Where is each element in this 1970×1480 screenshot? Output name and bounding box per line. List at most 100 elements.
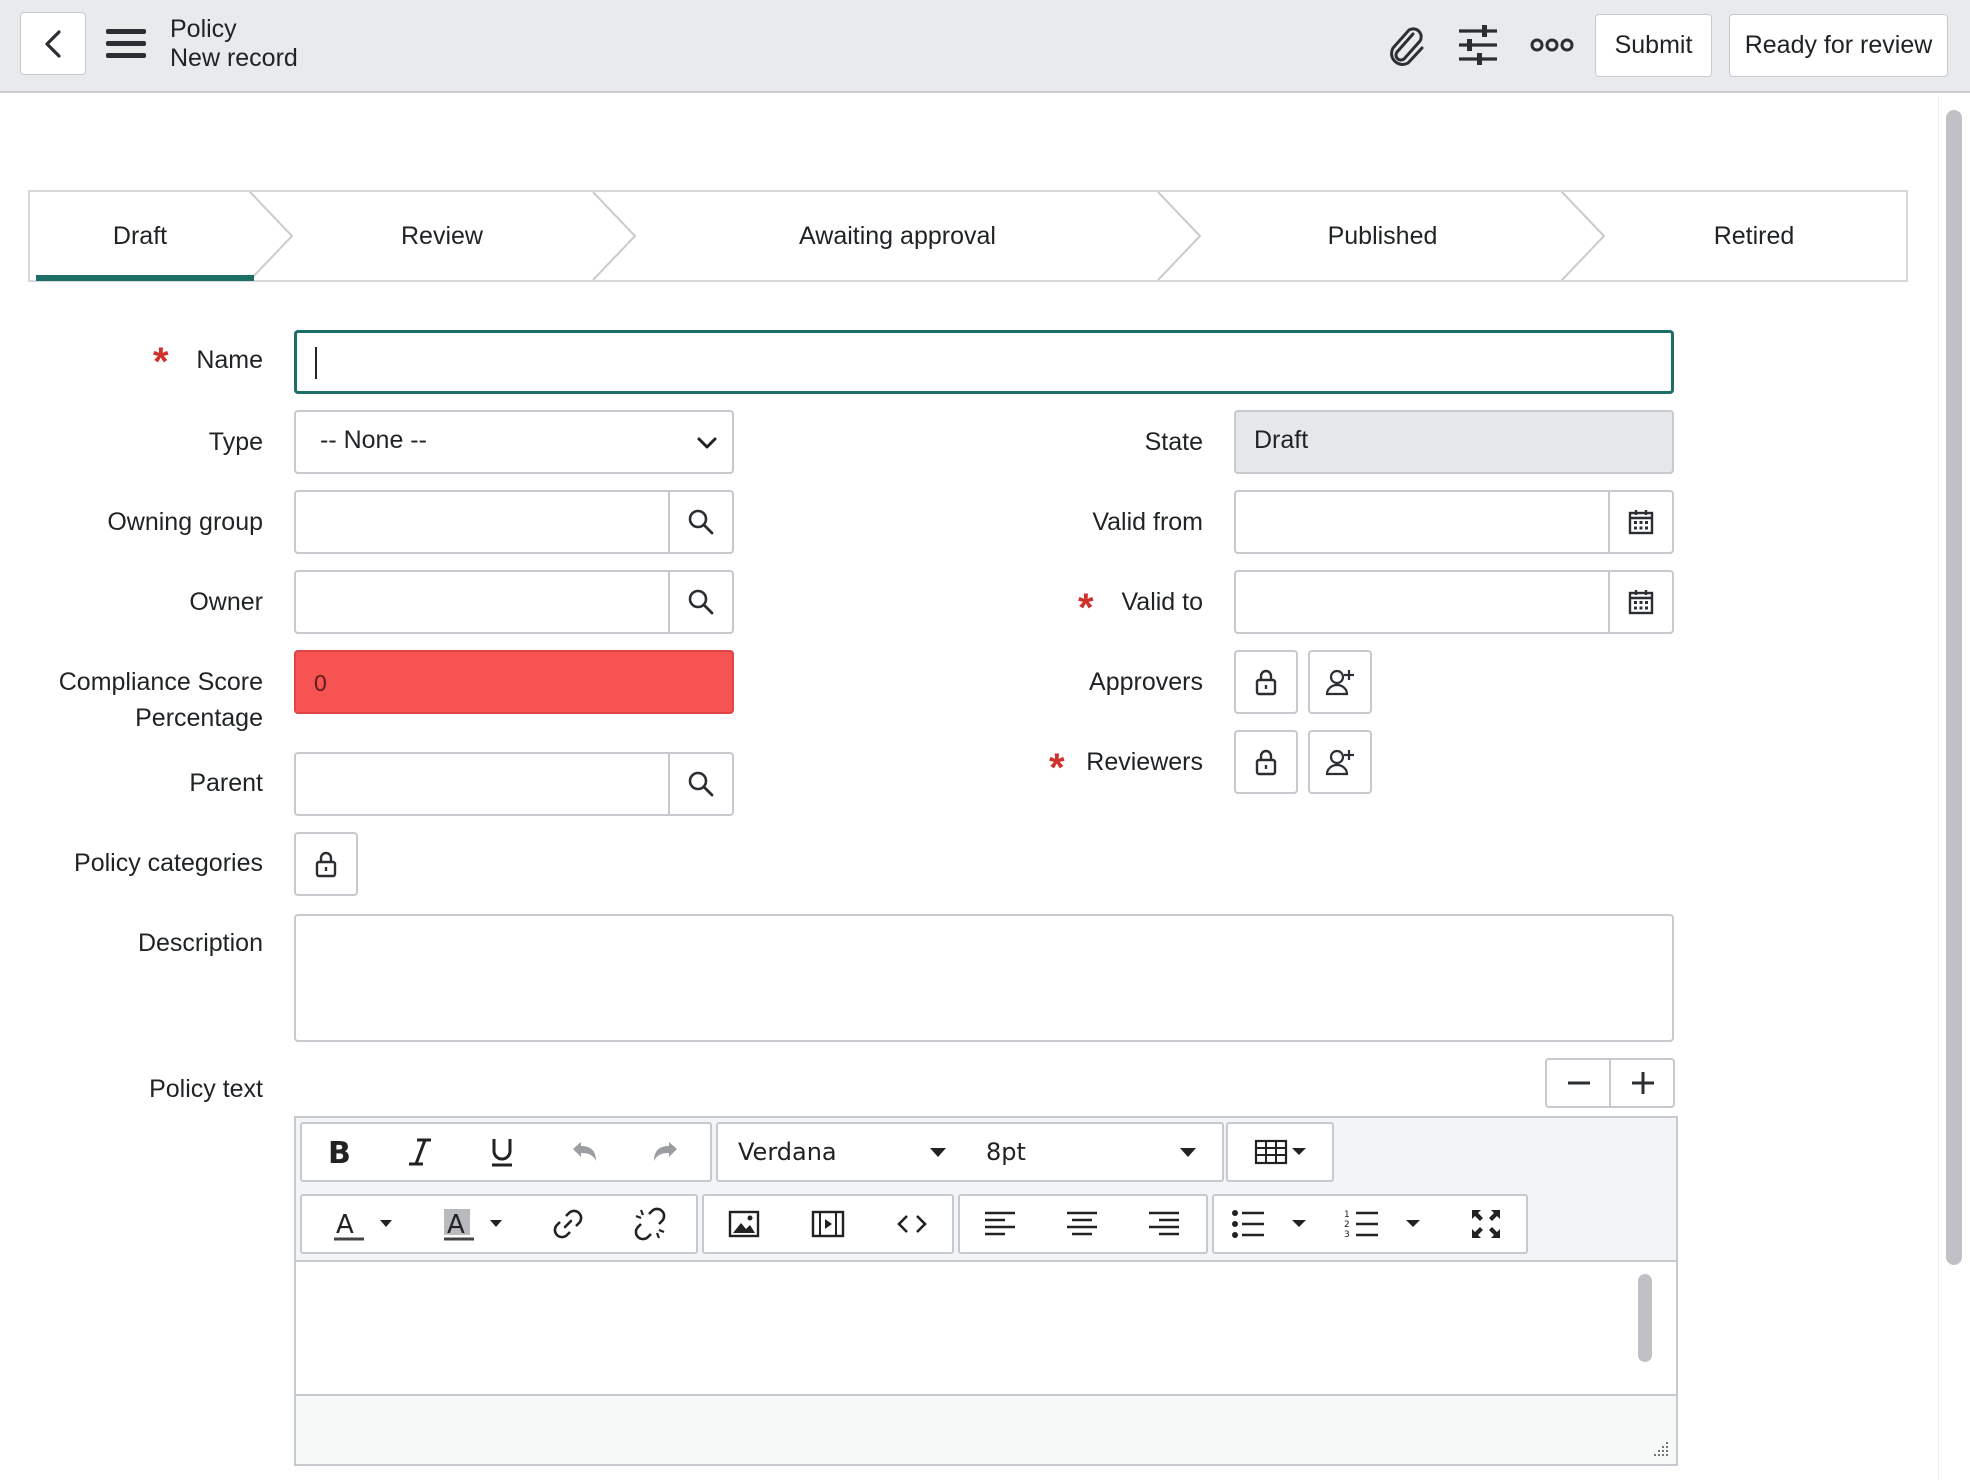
owning-group-lookup-button[interactable]: [668, 492, 732, 552]
parent-label: Parent: [189, 769, 263, 797]
parent-input[interactable]: [294, 752, 734, 816]
more-options-icon[interactable]: [1529, 22, 1575, 68]
add-user-icon: [1325, 749, 1354, 776]
form-header: Policy New record Submit Ready for revie…: [0, 0, 1970, 93]
parent-lookup-button[interactable]: [668, 754, 732, 814]
add-user-icon: [1325, 669, 1354, 696]
name-input[interactable]: [294, 330, 1674, 394]
bullet-list-icon: [1232, 1210, 1306, 1238]
undo-button[interactable]: [554, 1130, 614, 1174]
insert-image-button[interactable]: [710, 1202, 778, 1246]
bold-icon: B: [328, 1137, 351, 1167]
insert-table-button[interactable]: [1234, 1130, 1328, 1174]
svg-text:2: 2: [1344, 1220, 1350, 1230]
valid-to-input[interactable]: [1234, 570, 1674, 634]
image-icon: [728, 1210, 760, 1238]
italic-icon: [409, 1138, 431, 1166]
bold-button[interactable]: B: [308, 1130, 368, 1174]
approvers-add-me-button[interactable]: [1308, 650, 1372, 714]
page-scrollbar-thumb[interactable]: [1946, 110, 1962, 1265]
ready-for-review-button[interactable]: Ready for review: [1729, 14, 1948, 77]
toolbar-group-table: [1226, 1122, 1334, 1182]
text-caret: [315, 347, 317, 379]
stage-progress-bar: Draft Review Awaiting approval Published…: [28, 190, 1908, 282]
redo-button[interactable]: [636, 1130, 696, 1174]
state-field-readonly: Draft: [1234, 410, 1674, 474]
compliance-score-field[interactable]: 0: [294, 650, 734, 714]
reviewers-add-me-button[interactable]: [1308, 730, 1372, 794]
stage-retired: Retired: [1713, 222, 1795, 250]
calendar-icon: [1628, 510, 1654, 535]
stage-review: Review: [401, 222, 483, 250]
numbered-list-icon: 1 2 3: [1344, 1210, 1420, 1240]
toolbar-group-color-links: A A: [300, 1194, 698, 1254]
valid-from-calendar-button[interactable]: [1608, 492, 1672, 552]
search-icon: [688, 589, 714, 615]
align-right-button[interactable]: [1130, 1202, 1198, 1246]
editor-status-bar: [296, 1394, 1676, 1464]
approvers-unlock-button[interactable]: [1234, 650, 1298, 714]
svg-text:A: A: [447, 1210, 465, 1240]
insert-link-button[interactable]: [538, 1202, 598, 1246]
redo-icon: [654, 1142, 677, 1161]
align-center-button[interactable]: [1048, 1202, 1116, 1246]
policy-text-content-area[interactable]: [296, 1264, 1676, 1394]
personalize-form-sliders-icon[interactable]: [1455, 22, 1501, 68]
unlink-icon: [634, 1207, 666, 1241]
submit-button[interactable]: Submit: [1595, 14, 1712, 77]
type-select[interactable]: -- None --: [294, 410, 734, 474]
code-icon: [897, 1215, 927, 1233]
align-left-button[interactable]: [966, 1202, 1034, 1246]
align-left-icon: [985, 1211, 1015, 1236]
fullscreen-button[interactable]: [1452, 1202, 1520, 1246]
insert-video-button[interactable]: [794, 1202, 862, 1246]
reviewers-label: Reviewers: [1086, 748, 1203, 776]
compliance-score-label-line2: Percentage: [135, 704, 263, 732]
source-code-button[interactable]: [878, 1202, 946, 1246]
minus-icon: [1568, 1081, 1590, 1085]
highlight-color-icon: A: [444, 1209, 502, 1241]
state-value: Draft: [1254, 426, 1309, 454]
toolbar-group-formatting: B: [300, 1122, 712, 1182]
reviewers-unlock-button[interactable]: [1234, 730, 1298, 794]
underline-button[interactable]: [472, 1130, 532, 1174]
description-textarea[interactable]: [294, 914, 1674, 1042]
underline-icon: [492, 1139, 512, 1167]
search-icon: [688, 771, 714, 797]
background-color-button[interactable]: A: [418, 1202, 514, 1246]
valid-to-calendar-button[interactable]: [1608, 572, 1672, 632]
paperclip-icon[interactable]: [1382, 22, 1428, 68]
font-size-value: 8pt: [986, 1138, 1026, 1166]
owner-input[interactable]: [294, 570, 734, 634]
font-size-dropdown[interactable]: 8pt: [974, 1128, 1214, 1178]
expand-editor-button[interactable]: [1611, 1060, 1675, 1106]
remove-link-button[interactable]: [620, 1202, 680, 1246]
compliance-score-label-line1: Compliance Score: [58, 668, 263, 696]
editor-scrollbar[interactable]: [1638, 1274, 1652, 1362]
stage-published: Published: [1327, 222, 1438, 250]
fullscreen-icon: [1472, 1210, 1500, 1238]
numbered-list-button[interactable]: 1 2 3: [1334, 1202, 1434, 1246]
search-icon: [688, 509, 714, 535]
text-color-button[interactable]: A: [308, 1202, 404, 1246]
font-family-dropdown[interactable]: Verdana: [722, 1128, 962, 1178]
shrink-editor-button[interactable]: [1547, 1060, 1611, 1106]
toolbar-group-lists: 1 2 3: [1212, 1194, 1528, 1254]
owning-group-input[interactable]: [294, 490, 734, 554]
italic-button[interactable]: [390, 1130, 450, 1174]
stage-draft: Draft: [112, 222, 168, 250]
type-select-value: -- None --: [320, 426, 427, 454]
back-button[interactable]: [20, 12, 86, 75]
align-right-icon: [1149, 1211, 1179, 1236]
hamburger-menu-icon[interactable]: [104, 26, 148, 62]
valid-to-label: Valid to: [1121, 588, 1203, 616]
owner-label: Owner: [189, 588, 263, 616]
valid-from-label: Valid from: [1092, 508, 1203, 536]
bullet-list-button[interactable]: [1220, 1202, 1320, 1246]
resize-handle-icon[interactable]: [1650, 1438, 1670, 1458]
valid-from-input[interactable]: [1234, 490, 1674, 554]
description-label: Description: [137, 929, 263, 957]
policy-categories-unlock-button[interactable]: [294, 832, 358, 896]
chevron-left-icon: [45, 29, 61, 58]
owner-lookup-button[interactable]: [668, 572, 732, 632]
